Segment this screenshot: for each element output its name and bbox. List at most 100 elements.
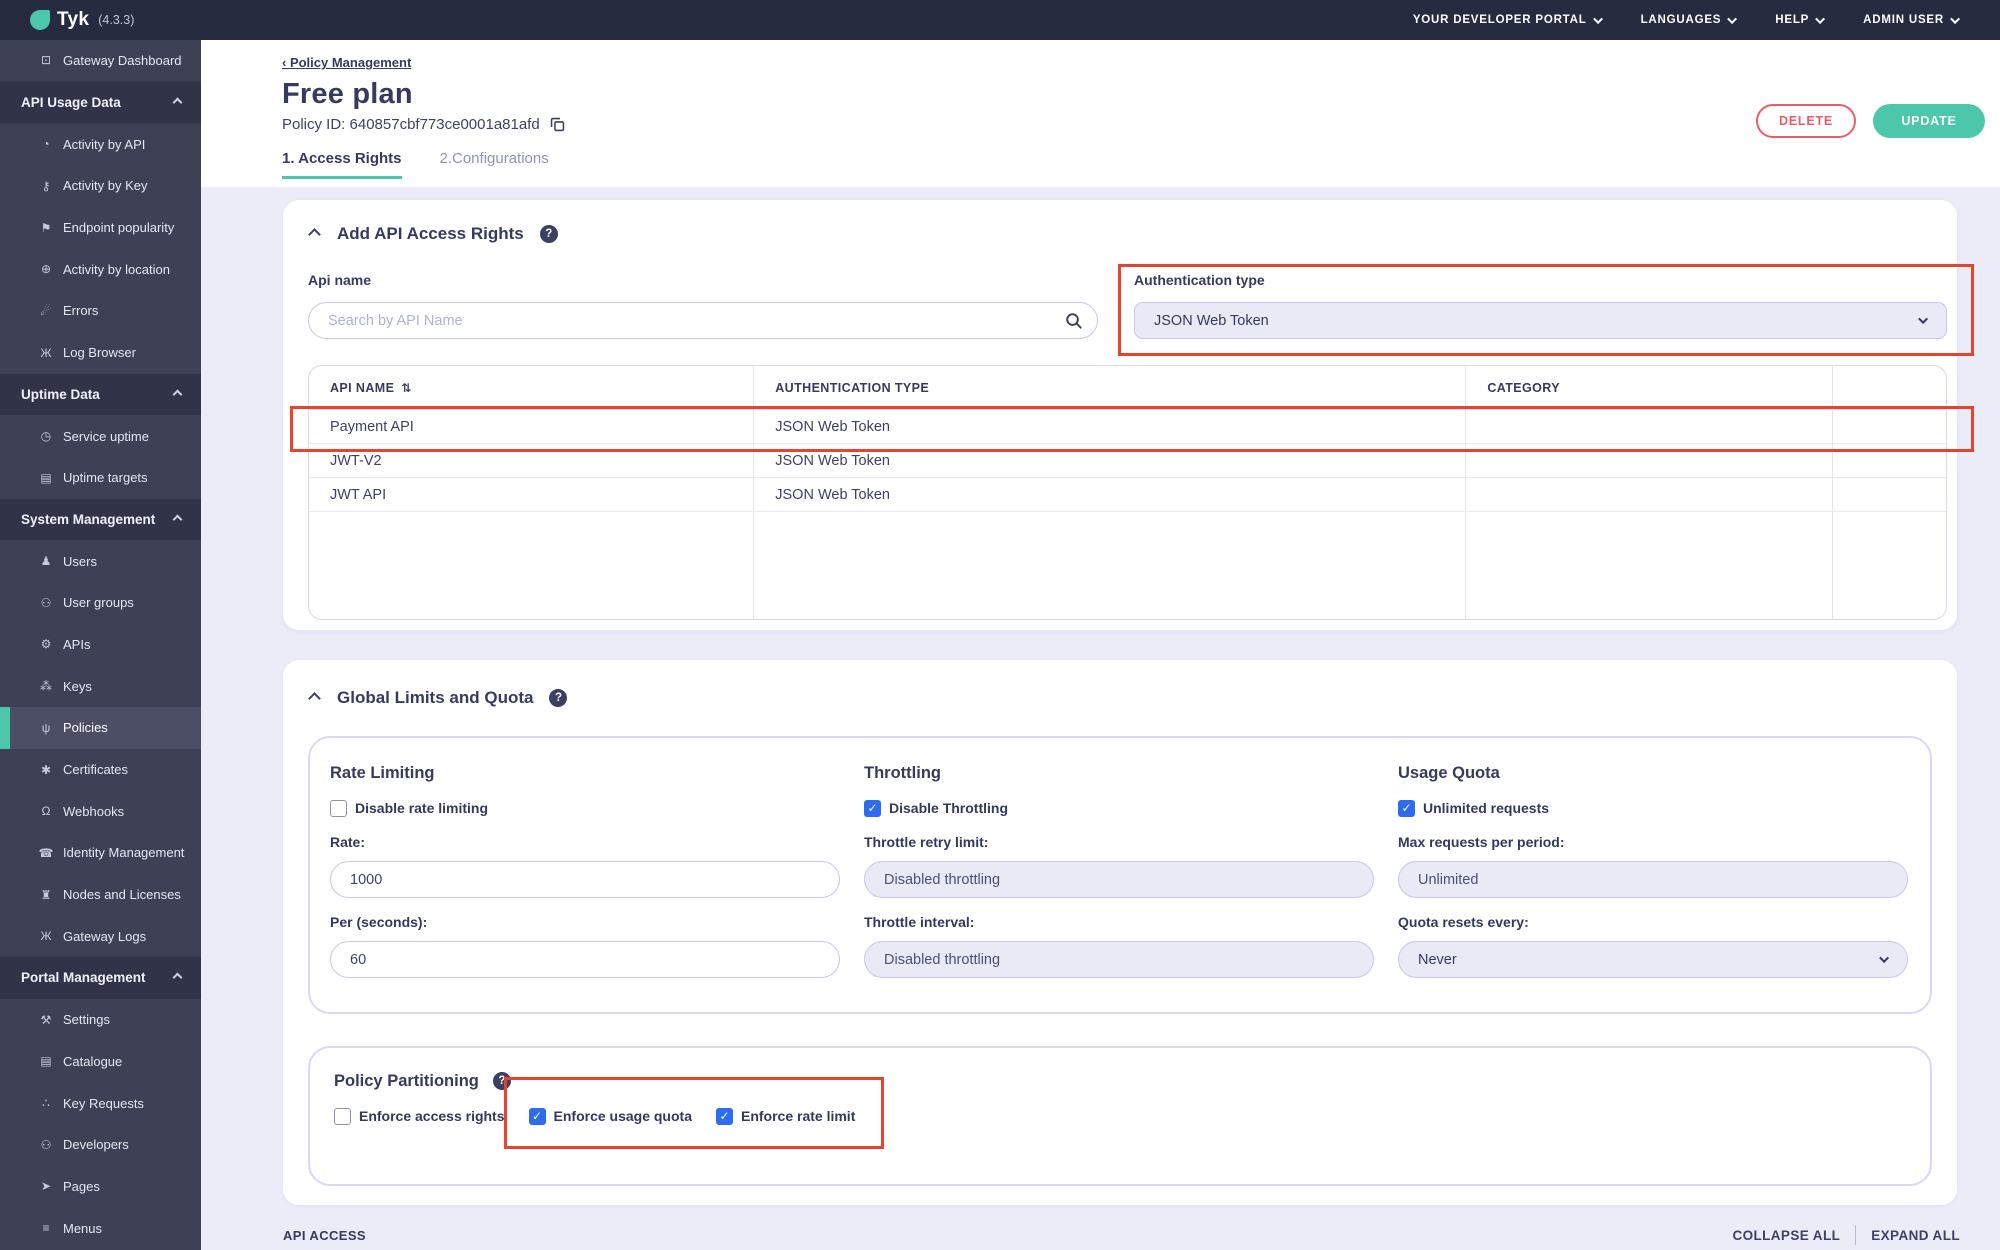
menu-help[interactable]: HELP [1775, 13, 1826, 26]
help-icon[interactable] [549, 689, 568, 707]
cell-category [1466, 410, 1834, 443]
sidebar-item-endpoint-popularity[interactable]: ⚑ Endpoint popularity [0, 207, 201, 249]
footer-divider [1855, 1225, 1857, 1245]
checkbox-box[interactable] [528, 1107, 546, 1125]
sidebar-item-activity-by-key[interactable]: ⚷ Activity by Key [0, 165, 201, 207]
search-icon[interactable] [1064, 311, 1083, 330]
sidebar-item-policies[interactable]: ψ Policies [0, 707, 201, 749]
send-icon: ➤ [40, 1179, 52, 1194]
sidebar-item-user-groups[interactable]: ⚇ User groups [0, 582, 201, 624]
policy-id: Policy ID: 640857cbf773ce0001a81afd [282, 116, 540, 133]
sidebar-item-users[interactable]: ♟ Users [0, 540, 201, 582]
api-access-section-header[interactable]: API ACCESS [283, 1228, 366, 1243]
tab-configurations[interactable]: 2.Configurations [440, 150, 549, 179]
checkbox-label: Enforce rate limit [740, 1108, 856, 1124]
usage-quota-column: Usage Quota Unlimited requests Max reque… [1398, 764, 1908, 1012]
bank-icon: ♜ [40, 887, 52, 902]
unlimited-requests-checkbox[interactable]: Unlimited requests [1398, 798, 1908, 818]
enforce-rate-limit-checkbox[interactable]: Enforce rate limit [715, 1106, 856, 1126]
sidebar-item-nodes-and-licenses[interactable]: ♜ Nodes and Licenses [0, 874, 201, 916]
table-row-jwt-v2[interactable]: JWT-V2 JSON Web Token [309, 444, 1946, 478]
help-icon[interactable] [492, 1072, 511, 1090]
sidebar-item-webhooks[interactable]: Ω Webhooks [0, 790, 201, 832]
sidebar-section-uptime-data[interactable]: Uptime Data [0, 373, 201, 416]
column-header-api-name[interactable]: API NAME ⇅ [309, 366, 755, 409]
chevron-down-icon [1592, 13, 1603, 24]
sidebar-item-gateway-dashboard[interactable]: ⊡ Gateway Dashboard [0, 40, 201, 82]
paw-icon: ∴ [42, 1096, 50, 1111]
sidebar-item-label: Gateway Dashboard [63, 52, 182, 68]
sidebar-item-keys[interactable]: ⁂ Keys [0, 665, 201, 707]
table-row-jwt-api[interactable]: JWT API JSON Web Token [309, 478, 1946, 512]
sidebar-item-menus[interactable]: ≡ Menus [0, 1207, 201, 1249]
sidebar-item-gateway-logs[interactable]: Ж Gateway Logs [0, 915, 201, 957]
cell-actions [1833, 478, 1946, 511]
sidebar-section-portal-management[interactable]: Portal Management [0, 957, 201, 999]
disable-rate-limiting-checkbox[interactable]: Disable rate limiting [330, 798, 840, 818]
menu-languages[interactable]: LANGUAGES [1641, 13, 1738, 26]
chevron-up-icon [172, 514, 183, 525]
phone-icon: ☎ [38, 845, 54, 860]
enforce-access-rights-checkbox[interactable]: Enforce access rights [334, 1106, 505, 1126]
throttle-retry-limit-input [864, 861, 1374, 898]
delete-button[interactable]: DELETE [1756, 104, 1856, 138]
menu-developer-portal[interactable]: YOUR DEVELOPER PORTAL [1413, 13, 1603, 26]
cell-api-name: Payment API [309, 410, 755, 443]
sidebar-section-api-usage-data[interactable]: API Usage Data [0, 81, 201, 124]
sidebar-item-certificates[interactable]: ✱ Certificates [0, 749, 201, 791]
sidebar-item-activity-by-location[interactable]: ⊕ Activity by location [0, 248, 201, 290]
sidebar-item-identity-management[interactable]: ☎ Identity Management [0, 832, 201, 874]
version-label: (4.3.3) [98, 13, 135, 27]
rate-input[interactable] [330, 861, 840, 898]
tab-access-rights[interactable]: 1. Access Rights [282, 150, 402, 179]
throttling-title: Throttling [864, 764, 941, 782]
sidebar-item-pages[interactable]: ➤ Pages [0, 1166, 201, 1208]
sidebar-item-key-requests[interactable]: ∴ Key Requests [0, 1082, 201, 1124]
collapse-all-button[interactable]: COLLAPSE ALL [1732, 1228, 1840, 1243]
checkbox-box[interactable] [1398, 799, 1415, 817]
chevron-up-icon [172, 97, 183, 108]
table-row-payment-api[interactable]: Payment API JSON Web Token [309, 410, 1946, 444]
sidebar-item-settings[interactable]: ⚒ Settings [0, 999, 201, 1041]
menu-admin-user[interactable]: ADMIN USER [1863, 13, 1961, 26]
sidebar: ⊡ Gateway Dashboard API Usage Data ◔ Act… [0, 40, 201, 1250]
help-icon[interactable] [539, 225, 558, 243]
tyk-logo[interactable]: Tyk (4.3.3) [30, 9, 134, 31]
sidebar-item-log-browser[interactable]: Ж Log Browser [0, 332, 201, 374]
sidebar-item-activity-by-api[interactable]: ◔ Activity by API [0, 123, 201, 165]
usage-quota-title: Usage Quota [1398, 764, 1500, 782]
sidebar-item-errors[interactable]: ☄ Errors [0, 290, 201, 332]
sidebar-item-developers[interactable]: ⚇ Developers [0, 1124, 201, 1166]
update-button[interactable]: UPDATE [1873, 104, 1985, 138]
collapse-section-icon[interactable] [308, 227, 321, 241]
disable-throttling-checkbox[interactable]: Disable Throttling [864, 798, 1374, 818]
quota-resets-select[interactable]: Never [1398, 941, 1908, 978]
checkbox-box[interactable] [715, 1107, 733, 1125]
sidebar-item-service-uptime[interactable]: ◷ Service uptime [0, 415, 201, 457]
checkbox-box[interactable] [334, 1107, 351, 1125]
sidebar-item-label: Identity Management [63, 845, 185, 861]
collapse-section-icon[interactable] [308, 691, 321, 705]
checkbox-box[interactable] [330, 799, 347, 817]
expand-all-button[interactable]: EXPAND ALL [1871, 1228, 1960, 1243]
enforce-usage-quota-checkbox[interactable]: Enforce usage quota [528, 1106, 692, 1126]
sidebar-item-label: Gateway Logs [63, 928, 147, 944]
users-icon: ⚇ [40, 595, 52, 610]
breadcrumb[interactable]: ‹ Policy Management [282, 55, 411, 70]
sidebar-section-system-management[interactable]: System Management [0, 498, 201, 541]
sidebar-item-uptime-targets[interactable]: ▤ Uptime targets [0, 457, 201, 499]
page-title: Free plan [282, 78, 413, 110]
copy-icon[interactable] [549, 116, 566, 133]
api-name-search-input[interactable] [308, 302, 1098, 339]
checkbox-box[interactable] [864, 799, 881, 817]
cell-api-name: JWT API [309, 478, 755, 511]
sidebar-item-label: Nodes and Licenses [63, 887, 181, 903]
sort-icon[interactable]: ⇅ [401, 381, 411, 395]
sidebar-item-apis[interactable]: ⚙ APIs [0, 624, 201, 666]
throttle-interval-label: Throttle interval: [864, 914, 975, 930]
auth-type-select[interactable]: JSON Web Token [1134, 302, 1947, 339]
sidebar-item-label: Certificates [63, 762, 129, 778]
per-seconds-input[interactable] [330, 941, 840, 978]
sidebar-item-catalogue[interactable]: ▤ Catalogue [0, 1041, 201, 1083]
sidebar-section-label: API Usage Data [21, 95, 121, 111]
